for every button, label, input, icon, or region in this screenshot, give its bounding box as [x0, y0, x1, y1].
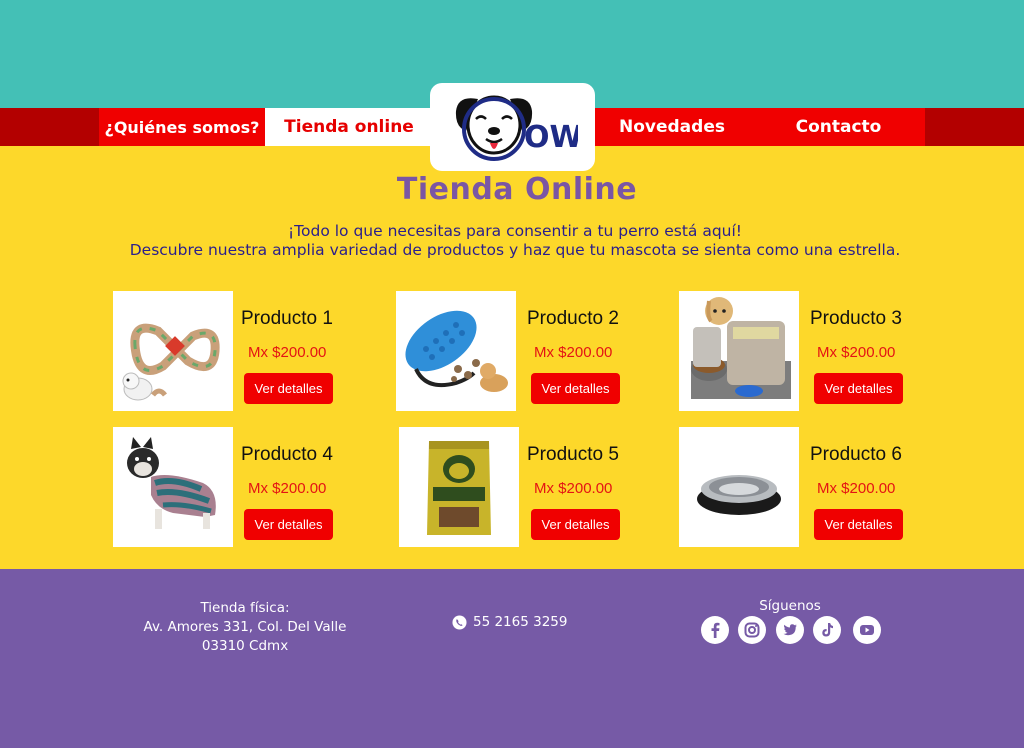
page-title: Tienda Online: [396, 172, 638, 207]
intro-text: ¡Todo lo que necesitas para consentir a …: [0, 222, 1024, 260]
product-price: Mx $200.00: [248, 344, 327, 361]
address-line-2: 03310 Cdmx: [201, 638, 289, 654]
intro-line-1: ¡Todo lo que necesitas para consentir a …: [287, 222, 743, 240]
youtube-icon[interactable]: [853, 616, 881, 644]
ver-detalles-button[interactable]: Ver detalles: [531, 373, 620, 404]
product-name: Producto 1: [241, 308, 333, 329]
follow-label: Síguenos: [759, 598, 821, 614]
intro-line-2: Descubre nuestra amplia variedad de prod…: [129, 241, 901, 259]
product-price: Mx $200.00: [534, 344, 613, 361]
dog-logo-icon: OW: [455, 95, 578, 161]
svg-text:OW: OW: [524, 120, 578, 155]
product-name: Producto 2: [527, 308, 619, 329]
product-price: Mx $200.00: [534, 480, 613, 497]
ver-detalles-button[interactable]: Ver detalles: [814, 509, 903, 540]
whatsapp-icon: [452, 615, 467, 630]
product-image[interactable]: [113, 291, 233, 411]
nav-item-tienda-online[interactable]: Tienda online: [265, 108, 433, 146]
ball-toy-icon: [405, 310, 508, 392]
rope-toy-icon: [122, 323, 220, 401]
product-price: Mx $200.00: [248, 480, 327, 497]
product-name: Producto 6: [810, 444, 902, 465]
logo[interactable]: OW: [430, 83, 595, 171]
ver-detalles-button[interactable]: Ver detalles: [531, 509, 620, 540]
product-image[interactable]: [679, 427, 799, 547]
tiktok-icon[interactable]: [813, 616, 841, 644]
product-image[interactable]: [679, 291, 799, 411]
phone-contact[interactable]: 55 2165 3259: [452, 613, 567, 632]
product-price: Mx $200.00: [817, 480, 896, 497]
dog-sweater-icon: [127, 437, 216, 529]
nav-item-novedades[interactable]: Novedades: [594, 108, 750, 146]
nav-item-quienes-somos[interactable]: ¿Quiénes somos?: [99, 108, 265, 146]
treat-bag-icon: [427, 441, 491, 535]
twitter-icon[interactable]: [776, 616, 804, 644]
store-label: Tienda física:: [200, 600, 290, 616]
instagram-icon[interactable]: [738, 616, 766, 644]
facebook-icon[interactable]: [701, 616, 729, 644]
footer: Tienda física: Av. Amores 331, Col. Del …: [0, 569, 1024, 748]
ver-detalles-button[interactable]: Ver detalles: [814, 373, 903, 404]
nav-item-contacto[interactable]: Contacto: [752, 108, 925, 146]
travel-bag-icon: [691, 297, 791, 399]
food-bowl-icon: [697, 475, 781, 515]
store-address: Tienda física: Av. Amores 331, Col. Del …: [130, 599, 360, 656]
product-image[interactable]: [113, 427, 233, 547]
phone-number: 55 2165 3259: [473, 614, 568, 630]
product-name: Producto 3: [810, 308, 902, 329]
address-line-1: Av. Amores 331, Col. Del Valle: [143, 619, 347, 635]
product-name: Producto 5: [527, 444, 619, 465]
product-image[interactable]: [399, 427, 519, 547]
ver-detalles-button[interactable]: Ver detalles: [244, 509, 333, 540]
ver-detalles-button[interactable]: Ver detalles: [244, 373, 333, 404]
product-image[interactable]: [396, 291, 516, 411]
product-name: Producto 4: [241, 444, 333, 465]
product-price: Mx $200.00: [817, 344, 896, 361]
